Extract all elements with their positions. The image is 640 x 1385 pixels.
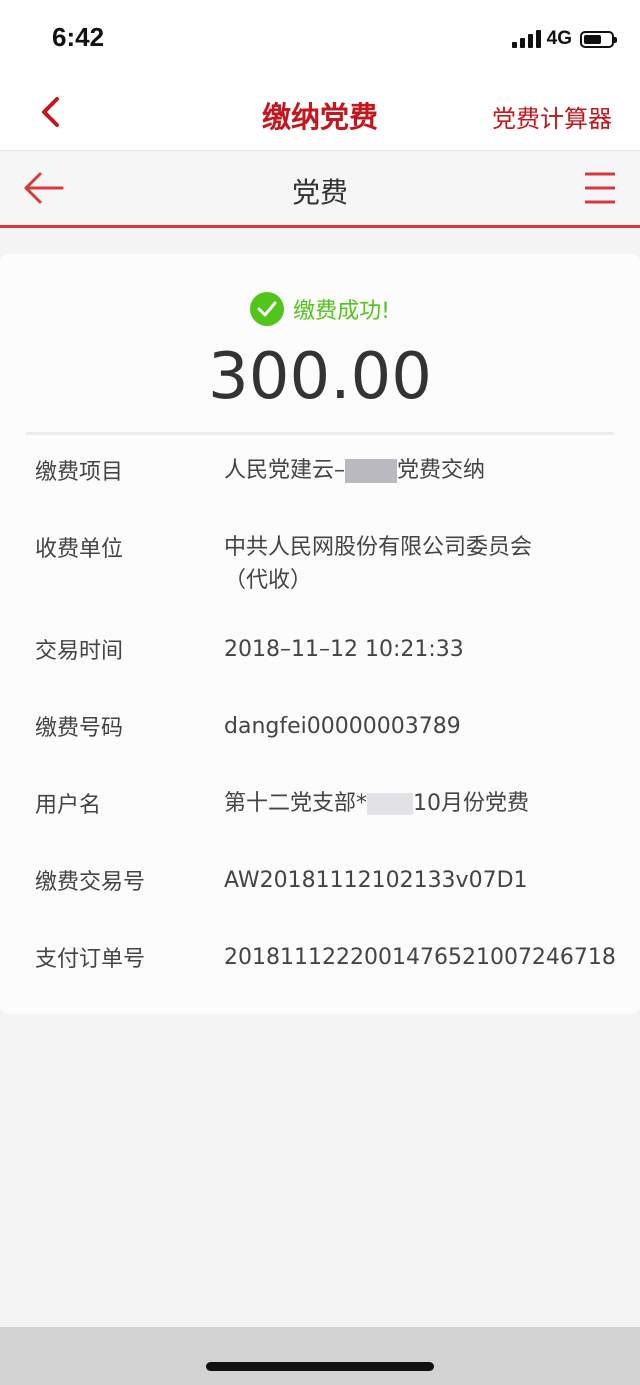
- detail-label: 缴费号码: [35, 716, 124, 741]
- payment-receipt-card: 缴费成功! 300.00 缴费项目 人民党建云– 党费交纳 收费单位 中共人民网股…: [0, 254, 640, 1014]
- divider: [26, 432, 614, 435]
- payment-amount: 300.00: [208, 340, 432, 414]
- hamburger-menu-icon: [585, 172, 615, 204]
- detail-value-suffix: 党费交纳: [397, 458, 486, 483]
- detail-value: 第十二党支部* 10月份党费: [224, 787, 604, 820]
- detail-label: 缴费项目: [35, 460, 124, 485]
- menu-button[interactable]: [584, 171, 616, 205]
- detail-value: AW20181112102133v07D1: [224, 868, 528, 893]
- detail-value-suffix: 10月份党费: [413, 791, 530, 816]
- battery-level: [584, 34, 601, 44]
- detail-value-prefix: 人民党建云–: [224, 458, 346, 483]
- nav-bar: 缴纳党费 党费计算器: [0, 78, 640, 151]
- detail-value: 2018–11–12 10:21:33: [224, 637, 464, 662]
- detail-label: 支付订单号: [35, 947, 146, 972]
- detail-label: 收费单位: [35, 537, 124, 562]
- detail-value-line1: 中共人民网股份有限公司委员会: [224, 535, 533, 560]
- home-indicator[interactable]: [206, 1362, 434, 1371]
- battery-icon: [580, 30, 617, 48]
- signal-icon: [511, 30, 541, 48]
- status-bar: 6:42 4G: [0, 0, 640, 78]
- status-indicators: 4G: [511, 28, 617, 50]
- detail-value: dangfei00000003789: [224, 714, 461, 739]
- payment-status: 缴费成功!: [0, 292, 640, 326]
- status-time: 6:42: [52, 22, 105, 52]
- detail-label: 交易时间: [35, 639, 124, 664]
- network-type: 4G: [546, 28, 572, 49]
- detail-value: 中共人民网股份有限公司委员会 （代收）: [224, 531, 604, 597]
- detail-label: 用户名: [35, 793, 102, 818]
- home-bar-area: [0, 1327, 640, 1385]
- sub-title: 党费: [291, 176, 348, 209]
- detail-value: 人民党建云– 党费交纳: [224, 454, 604, 487]
- sub-header: 党费: [0, 151, 640, 228]
- check-circle-icon: [250, 292, 285, 326]
- detail-value-line2: （代收）: [224, 568, 313, 593]
- redacted-block: [345, 459, 398, 483]
- fee-calculator-link[interactable]: 党费计算器: [492, 99, 612, 134]
- redacted-block: [367, 793, 414, 815]
- detail-value: 2018111222001476521007246718: [224, 945, 616, 970]
- detail-label: 缴费交易号: [35, 870, 146, 895]
- payment-status-text: 缴费成功!: [293, 299, 390, 324]
- detail-value-prefix: 第十二党支部*: [224, 791, 368, 816]
